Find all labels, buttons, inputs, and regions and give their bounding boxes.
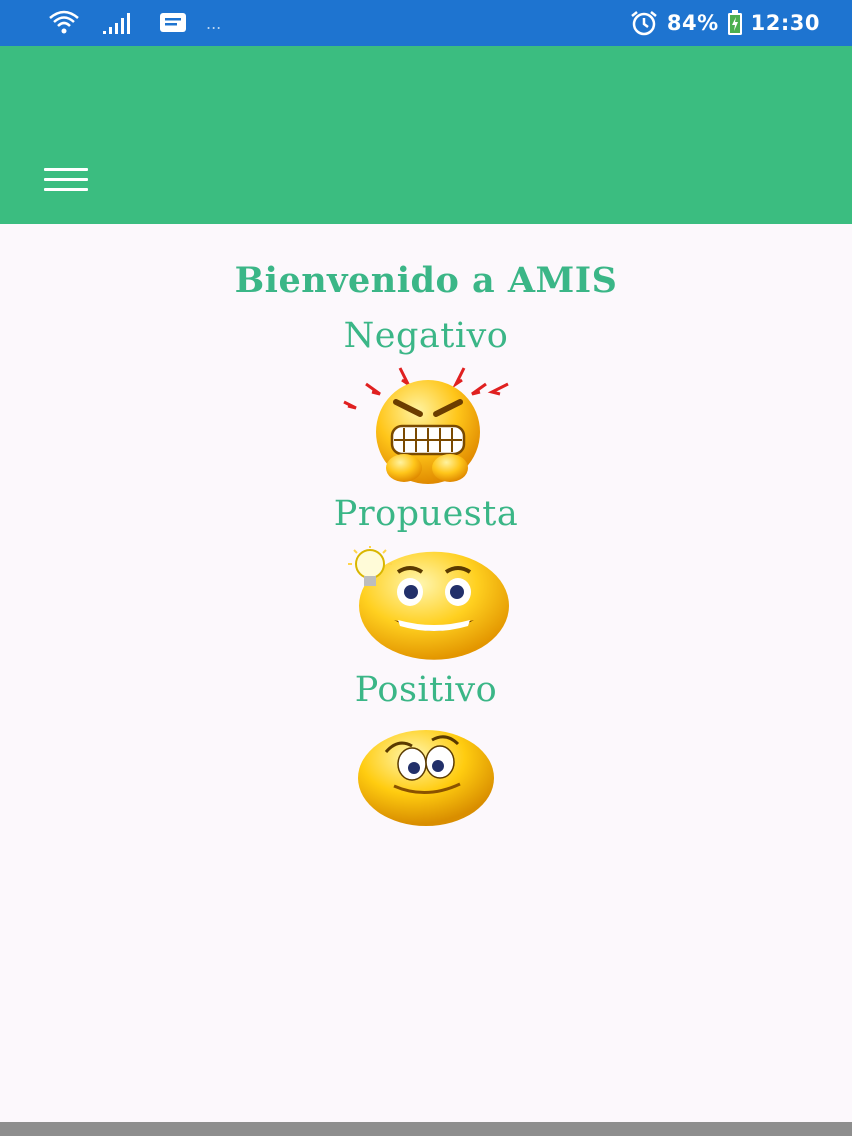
menu-line-icon bbox=[44, 168, 88, 171]
menu-line-icon bbox=[44, 188, 88, 191]
idea-face-icon[interactable] bbox=[340, 546, 514, 660]
menu-line-icon bbox=[44, 178, 88, 181]
page-title: Bienvenido a AMIS bbox=[234, 260, 618, 301]
status-bar-left: ... bbox=[48, 10, 221, 36]
overflow-notifications-icon: ... bbox=[206, 13, 222, 33]
alarm-icon bbox=[631, 11, 657, 36]
message-icon bbox=[160, 13, 186, 32]
wifi-icon bbox=[49, 10, 79, 34]
option-negativo-label[interactable]: Negativo bbox=[0, 316, 852, 356]
hamburger-menu-button[interactable] bbox=[36, 158, 96, 202]
app-bar bbox=[0, 46, 852, 224]
clock: 12:30 bbox=[750, 11, 820, 35]
battery-percentage: 84% bbox=[666, 11, 719, 35]
option-positivo-label[interactable]: Positivo bbox=[0, 670, 852, 710]
happy-face-icon[interactable] bbox=[356, 728, 496, 828]
bottom-edge bbox=[0, 1122, 852, 1136]
status-bar: ... 84% 12:30 bbox=[0, 0, 852, 46]
status-bar-right: 84% 12:30 bbox=[629, 9, 820, 37]
signal-icon bbox=[103, 13, 130, 34]
battery-charging-icon bbox=[727, 10, 742, 35]
option-propuesta-label[interactable]: Propuesta bbox=[0, 494, 852, 534]
angry-face-icon[interactable] bbox=[338, 366, 514, 484]
